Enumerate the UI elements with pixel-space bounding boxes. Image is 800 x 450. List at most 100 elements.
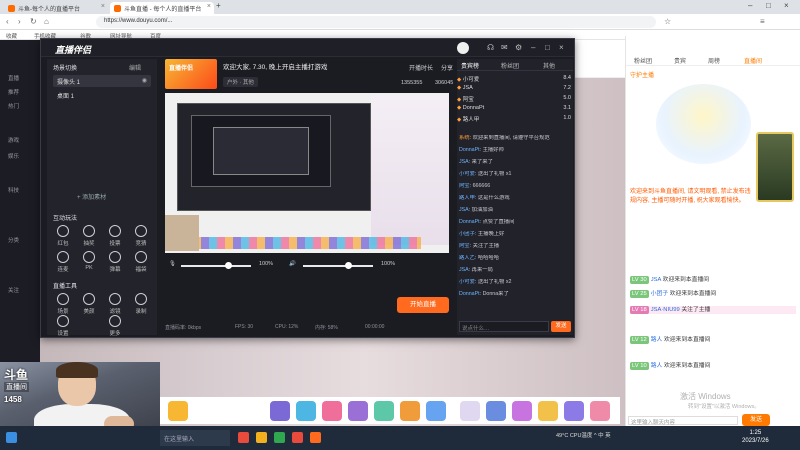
- gift-icon[interactable]: [512, 401, 532, 421]
- browser-tab-active[interactable]: 斗鱼直播 - 每个人的直播平台 ×: [110, 2, 214, 14]
- new-tab-icon[interactable]: +: [216, 1, 221, 10]
- mic-link-tool[interactable]: 连麦: [51, 251, 75, 273]
- mic-volume-handle[interactable]: [225, 262, 232, 269]
- stream-category[interactable]: 户外 · 其他: [223, 77, 258, 87]
- leftnav-item[interactable]: 直播: [8, 74, 19, 82]
- pk-tool[interactable]: PK: [77, 251, 101, 271]
- filter-tool[interactable]: 滤镜: [103, 293, 127, 315]
- app-icon[interactable]: [310, 432, 321, 443]
- maximize-icon[interactable]: □: [545, 43, 550, 52]
- app-send-button[interactable]: 发送: [551, 321, 571, 332]
- gift-icon[interactable]: [348, 401, 368, 421]
- tab-fans[interactable]: 粉丝团: [501, 61, 519, 70]
- stream-cover-image[interactable]: 直播伴侣: [165, 59, 217, 89]
- tab-fans[interactable]: 粉丝团: [634, 56, 652, 65]
- gift-icon[interactable]: [374, 401, 394, 421]
- taskbar-search[interactable]: 在这里输入: [160, 430, 230, 446]
- settings-icon[interactable]: ⚙: [515, 43, 522, 52]
- menu-icon[interactable]: ≡: [760, 17, 765, 26]
- desktop-volume-handle[interactable]: [345, 262, 352, 269]
- scene-tool[interactable]: 场景: [51, 293, 75, 315]
- mic-icon[interactable]: 🎙: [169, 261, 176, 267]
- start-stream-button[interactable]: 开始直播: [397, 297, 449, 313]
- minimize-icon[interactable]: –: [531, 43, 535, 52]
- avatar[interactable]: [457, 42, 469, 54]
- forward-icon[interactable]: ›: [18, 17, 21, 26]
- gift-icon[interactable]: [296, 401, 316, 421]
- tab-room[interactable]: 直播间: [744, 56, 762, 65]
- red-packet-tool[interactable]: 红包: [51, 225, 75, 247]
- back-icon[interactable]: ‹: [6, 17, 9, 26]
- scene-edit-button[interactable]: 编辑: [129, 63, 141, 72]
- gift-icon[interactable]: [426, 401, 446, 421]
- gift-icon[interactable]: [486, 401, 506, 421]
- desktop-volume-slider[interactable]: [303, 265, 373, 267]
- minimize-icon[interactable]: –: [748, 1, 752, 10]
- stream-preview[interactable]: [165, 93, 449, 253]
- gift-icon[interactable]: [538, 401, 558, 421]
- star-icon[interactable]: ☆: [664, 17, 671, 26]
- rank-row[interactable]: ◆ 小可爱 8.4: [457, 75, 573, 84]
- app-icon[interactable]: [292, 432, 303, 443]
- record-tool[interactable]: 录制: [129, 293, 153, 315]
- rank-row[interactable]: ◆ 路人甲 1.0: [457, 115, 573, 124]
- message-icon[interactable]: ✉: [501, 43, 508, 52]
- bookmark-item[interactable]: 收藏: [6, 32, 17, 40]
- gift-icon[interactable]: [564, 401, 584, 421]
- gift-icon[interactable]: [270, 401, 290, 421]
- leftnav-item[interactable]: 娱乐: [8, 152, 19, 160]
- vote-tool[interactable]: 投票: [103, 225, 127, 247]
- tab-vip[interactable]: 贵宾: [674, 56, 686, 65]
- add-source-button[interactable]: + 添加素材: [77, 192, 106, 201]
- close-icon[interactable]: ×: [101, 3, 105, 10]
- stream-title[interactable]: 欢迎大家, 7.30, 晚上开启主播打游戏: [223, 61, 327, 71]
- leftnav-item[interactable]: 科技: [8, 186, 19, 194]
- guess-tool[interactable]: 竞猜: [129, 225, 153, 247]
- speaker-icon[interactable]: 🔊: [289, 261, 296, 267]
- source-row-desktop[interactable]: 桌面 1: [53, 89, 151, 101]
- danmaku-tool[interactable]: 弹幕: [103, 251, 127, 273]
- leftnav-item[interactable]: 推荐: [8, 88, 19, 96]
- lucky-bag-tool[interactable]: 福袋: [129, 251, 153, 273]
- app-chat-input[interactable]: 说点什么…: [459, 321, 549, 332]
- mic-volume-slider[interactable]: [181, 265, 251, 267]
- more-tool[interactable]: 更多: [103, 315, 127, 337]
- browser-tab[interactable]: 斗鱼-每个人的直播平台 ×: [4, 2, 108, 14]
- lottery-tool[interactable]: 抽奖: [77, 225, 101, 247]
- rank-row[interactable]: ◆ DonnaPt 3.1: [457, 105, 573, 114]
- beauty-tool[interactable]: 美颜: [77, 293, 101, 315]
- source-row-camera[interactable]: 摄像头 1 ◉: [53, 75, 151, 87]
- gift-icon[interactable]: [322, 401, 342, 421]
- send-button[interactable]: 发送: [742, 414, 770, 426]
- app-icon[interactable]: [256, 432, 267, 443]
- close-icon[interactable]: ×: [559, 43, 564, 52]
- system-tray[interactable]: 49°C CPU温度 ^ 中 英: [556, 431, 611, 439]
- app-icon[interactable]: [238, 432, 249, 443]
- leftnav-item[interactable]: 分类: [8, 236, 19, 244]
- reload-icon[interactable]: ↻: [30, 17, 37, 26]
- leftnav-item[interactable]: 关注: [8, 286, 19, 294]
- taskbar-clock[interactable]: 1:25 2023/7/26: [742, 429, 769, 445]
- window-close-icon[interactable]: ×: [784, 1, 789, 10]
- headset-icon[interactable]: ☊: [487, 43, 494, 52]
- gift-icon[interactable]: [460, 401, 480, 421]
- start-icon[interactable]: [6, 432, 17, 443]
- rank-row[interactable]: ◆ 阿宝 5.0: [457, 95, 573, 104]
- close-icon[interactable]: ×: [207, 3, 211, 10]
- leftnav-item[interactable]: 游戏: [8, 136, 19, 144]
- url-field[interactable]: https://www.douyu.com/...: [96, 16, 656, 28]
- eye-icon[interactable]: ◉: [142, 77, 147, 84]
- tab-other[interactable]: 其他: [543, 61, 555, 70]
- tab-vip-rank[interactable]: 贵宾榜: [461, 61, 479, 70]
- rank-row[interactable]: ◆ JSA 7.2: [457, 85, 573, 94]
- leftnav-item[interactable]: 热门: [8, 102, 19, 110]
- gift-icon[interactable]: [400, 401, 420, 421]
- tab-weekly[interactable]: 周榜: [708, 56, 720, 65]
- home-icon[interactable]: ⌂: [44, 17, 49, 26]
- event-card-image[interactable]: [756, 132, 794, 202]
- share-label[interactable]: 分享: [441, 63, 453, 72]
- app-icon[interactable]: [274, 432, 285, 443]
- settings-tool[interactable]: 设置: [51, 315, 75, 337]
- gift-icon[interactable]: [590, 401, 610, 421]
- gift-icon[interactable]: [168, 401, 188, 421]
